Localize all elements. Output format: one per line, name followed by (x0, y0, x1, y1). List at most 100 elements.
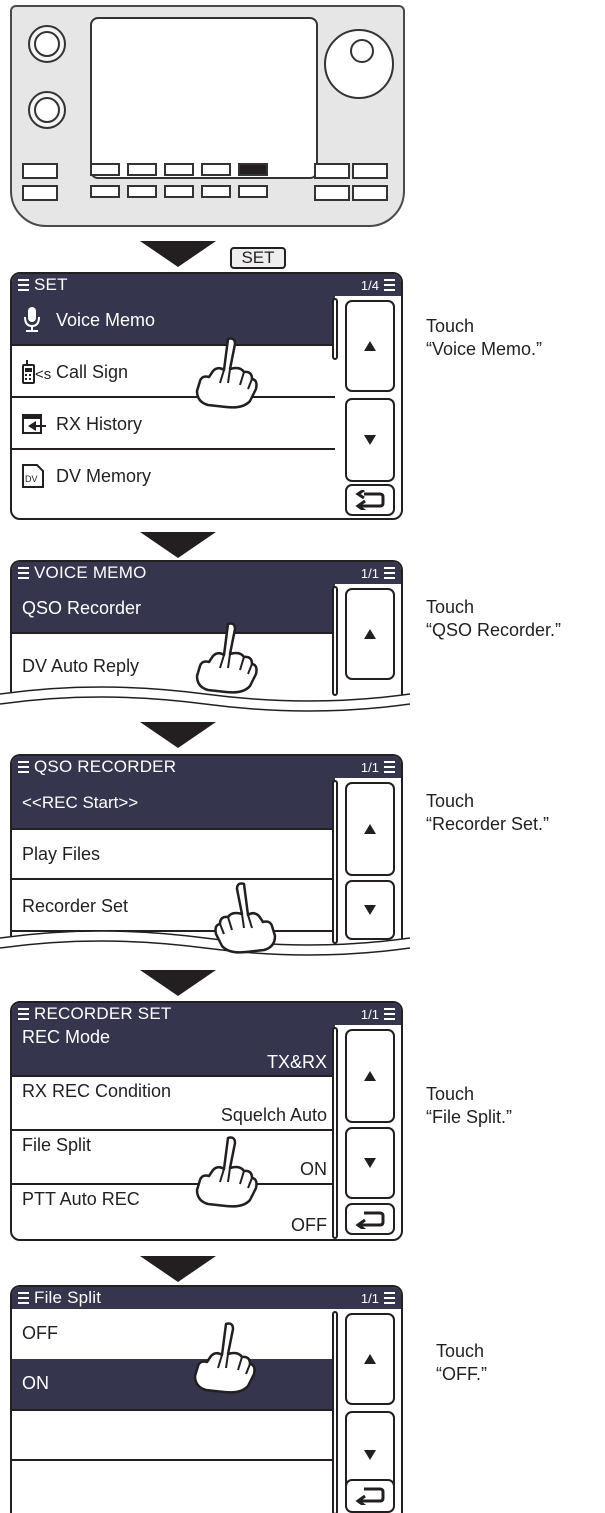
menu-icon (384, 567, 395, 579)
microphone-icon (24, 307, 40, 332)
key-8[interactable] (164, 185, 194, 198)
back-icon (355, 490, 385, 510)
step-arrow-4 (140, 970, 216, 996)
scroll-up-button[interactable] (345, 588, 395, 680)
screen-header: QSO RECORDER 1/1 (12, 756, 401, 778)
step-caption: Touch “Voice Memo.” (426, 315, 542, 361)
scroll-up-button[interactable] (345, 1029, 395, 1123)
scroll-up-button[interactable] (345, 1313, 395, 1405)
list-item-label: REC Mode (22, 1027, 111, 1047)
screen-header: VOICE MEMO 1/1 (12, 562, 401, 584)
list-item-dv-auto-reply[interactable]: DV Auto Reply (12, 634, 335, 686)
caption-line: Touch (436, 1341, 485, 1361)
list-item-dv-memory[interactable]: DV DV Memory (12, 450, 335, 502)
list-item-call-sign[interactable]: <s Call Sign (12, 346, 335, 398)
left-key-1[interactable] (22, 163, 58, 179)
list-item-value: TX&RX (266, 1052, 327, 1072)
screen-header: RECORDER SET 1/1 (12, 1003, 401, 1025)
key-9[interactable] (201, 185, 231, 198)
list-item-label: QSO Recorder (22, 598, 142, 618)
left-lower-knob[interactable] (28, 91, 66, 129)
scroll-down-button[interactable] (345, 1127, 395, 1199)
set-key-highlight[interactable] (238, 163, 268, 176)
left-upper-knob[interactable] (28, 25, 66, 63)
step-caption: Touch “File Split.” (426, 1083, 512, 1129)
option-label: OFF (22, 1323, 58, 1343)
scrollbar[interactable] (332, 1311, 338, 1513)
screen-title: RECORDER SET (34, 1004, 172, 1023)
back-button[interactable] (345, 1203, 395, 1235)
caption-line: “Recorder Set.” (426, 814, 550, 834)
page-indicator: 1/1 (360, 760, 379, 775)
list-item-label: RX History (56, 414, 143, 434)
down-arrow-icon (364, 1450, 376, 1460)
set-key-label: SET (230, 247, 286, 269)
key-7[interactable] (127, 185, 157, 198)
key-4[interactable] (201, 163, 231, 176)
key-3[interactable] (164, 163, 194, 176)
right-key-2[interactable] (352, 163, 388, 179)
back-icon (355, 1211, 385, 1229)
option-label: ON (22, 1373, 49, 1393)
list-item-file-split[interactable]: File Split ON (12, 1131, 335, 1185)
page-indicator: 1/1 (360, 1007, 379, 1022)
screen-title: QSO RECORDER (34, 757, 177, 776)
scroll-down-button[interactable] (345, 398, 395, 482)
up-arrow-icon (364, 1354, 376, 1364)
menu-icon (384, 279, 395, 291)
list-item-label: PTT Auto REC (22, 1189, 140, 1209)
scrollbar[interactable] (332, 298, 338, 360)
back-button[interactable] (345, 1479, 395, 1513)
key-2[interactable] (127, 163, 157, 176)
list-item-voice-memo[interactable]: Voice Memo (12, 296, 335, 346)
page-indicator: 1/4 (360, 278, 379, 293)
option-on[interactable]: ON (12, 1359, 335, 1411)
list-item-recorder-set[interactable]: Recorder Set (12, 880, 335, 932)
step-caption: Touch “OFF.” (436, 1340, 487, 1386)
screen-header: File Split 1/1 (12, 1287, 401, 1309)
right-key-4[interactable] (352, 185, 388, 201)
list-item-rec-mode[interactable]: REC Mode TX&RX (12, 1025, 335, 1077)
down-arrow-icon (364, 1158, 376, 1168)
menu-icon (18, 279, 29, 291)
list-item-qso-recorder[interactable]: QSO Recorder (12, 584, 335, 634)
step-arrow-1 (140, 241, 216, 267)
scrollbar[interactable] (332, 780, 338, 944)
list-item-label: File Split (22, 1135, 92, 1155)
menu-icon (18, 567, 29, 579)
list-item-label: DV Auto Reply (22, 656, 140, 676)
page-indicator: 1/1 (360, 1291, 379, 1306)
up-arrow-icon (364, 341, 376, 351)
caption-line: Touch (426, 597, 475, 617)
key-10[interactable] (238, 185, 268, 198)
key-1[interactable] (90, 163, 120, 176)
key-6[interactable] (90, 185, 120, 198)
option-off[interactable]: OFF (12, 1309, 335, 1359)
pointing-hand-icon (195, 337, 258, 409)
list-item-play-files[interactable]: Play Files (12, 830, 335, 880)
caption-line: “Voice Memo.” (426, 339, 543, 359)
list-item-ptt-auto-rec[interactable]: PTT Auto REC OFF (12, 1185, 335, 1239)
cut-line (0, 930, 410, 956)
left-key-2[interactable] (22, 185, 58, 201)
list-item-rec-start[interactable]: <<REC Start>> (12, 778, 335, 830)
scrollbar[interactable] (332, 586, 338, 696)
list-item-rx-rec-condition[interactable]: RX REC Condition Squelch Auto (12, 1077, 335, 1131)
list-item-rx-history[interactable]: RX History (12, 398, 335, 450)
empty-row (12, 1411, 335, 1461)
up-arrow-icon (364, 824, 376, 834)
menu-icon (384, 1292, 395, 1304)
back-button[interactable] (345, 484, 395, 516)
caption-line: Touch (426, 791, 475, 811)
down-arrow-icon (364, 905, 376, 915)
main-dial[interactable] (324, 29, 394, 99)
list-item-value: ON (300, 1159, 327, 1179)
pointing-hand-icon (195, 1136, 258, 1208)
scroll-up-button[interactable] (345, 782, 395, 876)
right-key-3[interactable] (314, 185, 350, 201)
screen-title: SET (34, 275, 68, 294)
scrollbar[interactable] (332, 1027, 338, 1239)
right-key-1[interactable] (314, 163, 350, 179)
scroll-up-button[interactable] (345, 300, 395, 392)
screen-header: SET 1/4 (12, 274, 401, 296)
